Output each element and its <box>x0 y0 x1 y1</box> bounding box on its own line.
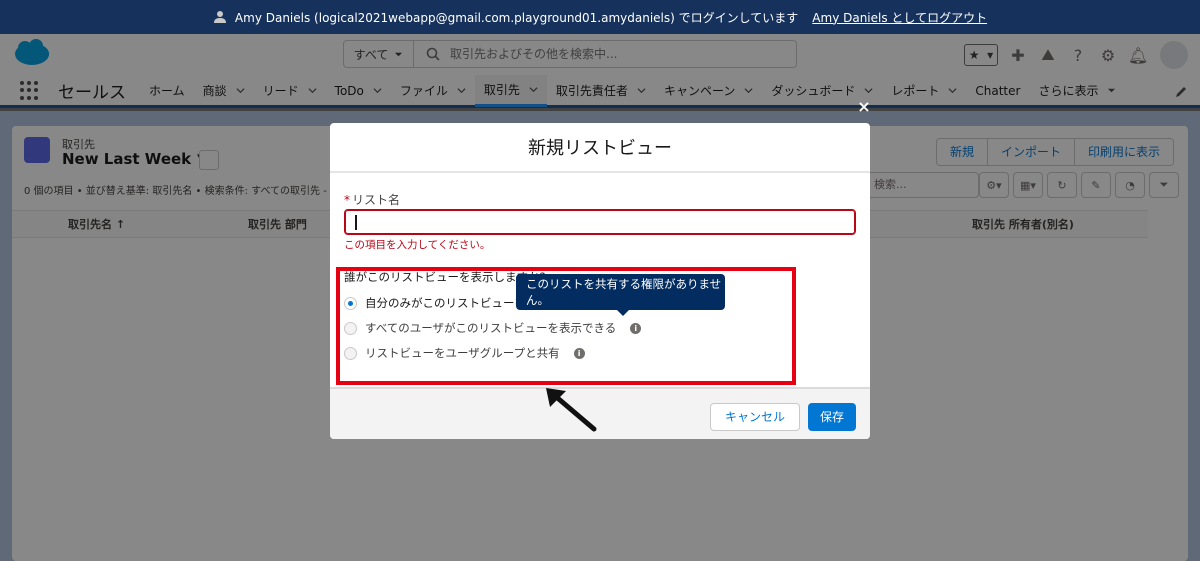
login-status-text: Amy Daniels (logical2021webapp@gmail.com… <box>234 10 799 25</box>
save-button[interactable]: 保存 <box>807 403 856 431</box>
list-name-error: この項目を入力してください。 <box>344 239 491 251</box>
login-banner: Amy Daniels (logical2021webapp@gmail.com… <box>0 0 1200 34</box>
cancel-button[interactable]: キャンセル <box>709 403 800 431</box>
logout-link[interactable]: Amy Daniels としてログアウト <box>812 9 987 26</box>
annotation-highlight-box <box>336 267 796 385</box>
modal-close-icon[interactable]: × <box>856 99 872 115</box>
text-caret <box>355 215 357 230</box>
person-icon <box>213 11 226 23</box>
annotation-arrow-icon <box>546 388 597 432</box>
list-name-label: * リスト名 <box>344 191 400 208</box>
list-name-input[interactable] <box>344 209 856 235</box>
required-mark: * <box>344 193 350 207</box>
list-name-label-text: リスト名 <box>352 193 401 207</box>
modal-title: 新規リストビュー <box>330 123 870 173</box>
modal-footer: キャンセル 保存 <box>330 387 870 439</box>
